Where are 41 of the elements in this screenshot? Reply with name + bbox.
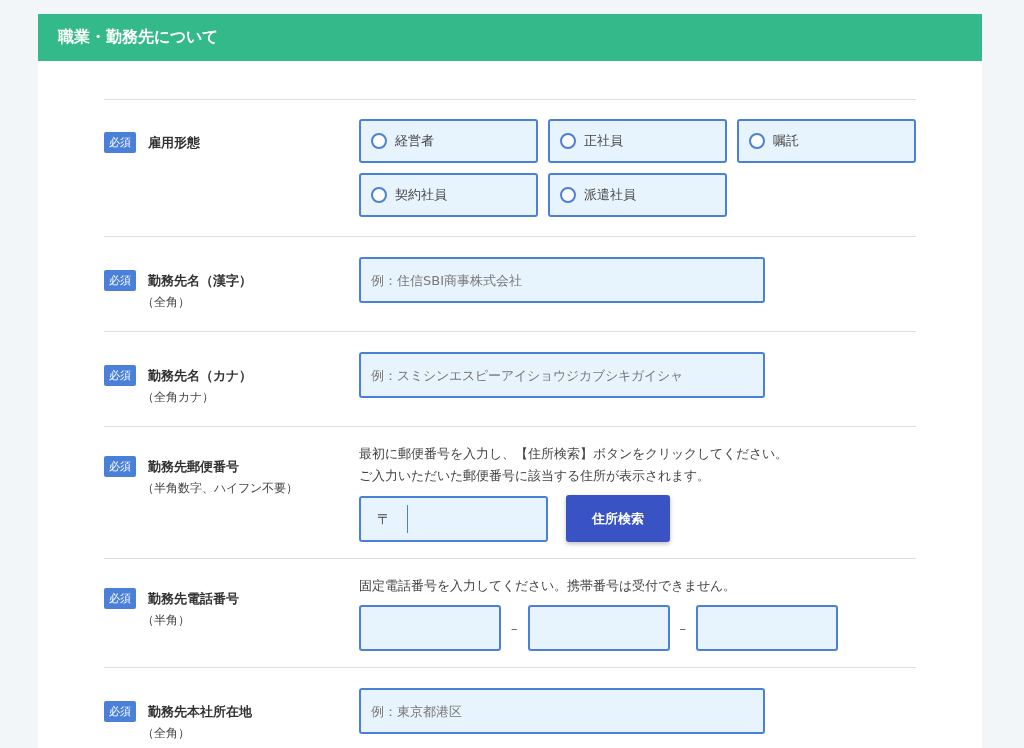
dash-separator: – bbox=[679, 620, 686, 636]
postal-code-field[interactable]: 〒 bbox=[359, 495, 548, 542]
text-input-field[interactable]: 例：東京都港区 bbox=[359, 688, 765, 734]
radio-option[interactable]: 嘱託 bbox=[737, 119, 916, 163]
radio-circle-icon[interactable] bbox=[560, 133, 576, 149]
radio-option[interactable]: 派遣社員 bbox=[548, 173, 727, 217]
phone-input-field[interactable] bbox=[696, 605, 838, 651]
text-input-field[interactable]: 例：スミシンエスピーアイショウジカブシキガイシャ bbox=[359, 352, 765, 398]
radio-circle-icon[interactable] bbox=[371, 133, 387, 149]
required-badge: 必須 bbox=[104, 365, 136, 386]
address-search-button[interactable]: 住所検索 bbox=[566, 495, 670, 542]
field-label: 勤務先電話番号 bbox=[148, 590, 239, 608]
phone-input-field[interactable] bbox=[527, 605, 670, 651]
section-header: 職業・勤務先について bbox=[38, 14, 982, 61]
radio-option[interactable]: 契約社員 bbox=[359, 173, 538, 217]
required-badge: 必須 bbox=[104, 588, 136, 609]
field-note: （半角） bbox=[142, 612, 191, 629]
required-badge: 必須 bbox=[104, 701, 136, 722]
phone-input-field[interactable] bbox=[359, 605, 501, 651]
instruction-text: ご入力いただいた郵便番号に該当する住所が表示されます。 bbox=[359, 467, 711, 485]
required-badge: 必須 bbox=[104, 270, 136, 291]
field-label: 勤務先郵便番号 bbox=[148, 458, 240, 476]
instruction-text: 固定電話番号を入力してください。携帯番号は受付できません。 bbox=[359, 577, 737, 595]
field-note: （半角数字、ハイフン不要） bbox=[142, 480, 298, 497]
field-note: （全角） bbox=[142, 725, 191, 742]
field-note: （全角カナ） bbox=[142, 389, 215, 406]
radio-circle-icon[interactable] bbox=[560, 187, 576, 203]
field-note: （全角） bbox=[142, 294, 191, 311]
dash-separator: – bbox=[511, 620, 518, 636]
required-badge: 必須 bbox=[104, 456, 136, 477]
field-label: 勤務先本社所在地 bbox=[148, 703, 252, 721]
radio-circle-icon[interactable] bbox=[371, 187, 387, 203]
field-label: 勤務先名（カナ） bbox=[148, 367, 252, 385]
text-input-field[interactable]: 例：住信SBI商事株式会社 bbox=[359, 257, 765, 303]
instruction-text: 最初に郵便番号を入力し、【住所検索】ボタンをクリックしてください。 bbox=[359, 445, 789, 463]
radio-option[interactable]: 正社員 bbox=[548, 119, 727, 163]
field-label: 雇用形態 bbox=[148, 134, 200, 152]
radio-option[interactable]: 経営者 bbox=[359, 119, 538, 163]
required-badge: 必須 bbox=[104, 132, 136, 153]
radio-circle-icon[interactable] bbox=[749, 133, 765, 149]
field-label: 勤務先名（漢字） bbox=[148, 272, 252, 290]
